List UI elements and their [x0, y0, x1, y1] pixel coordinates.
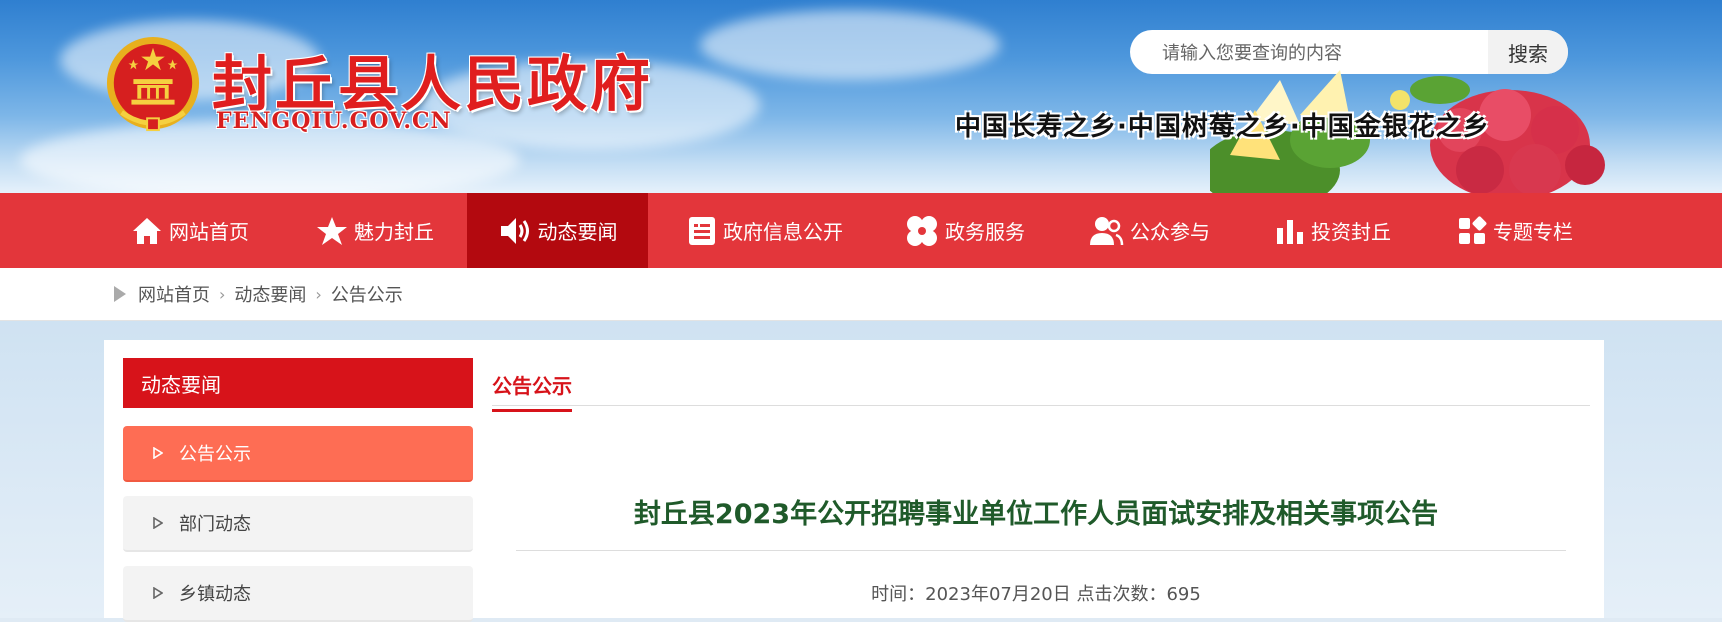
- bar-chart-icon: [1277, 219, 1303, 244]
- star-icon: [317, 216, 347, 245]
- divider: [516, 550, 1566, 551]
- nav-item-label: 公众参与: [1130, 220, 1210, 244]
- grid-icon: [1459, 216, 1487, 244]
- document-icon: [689, 216, 715, 245]
- cloud-decoration: [700, 10, 1000, 80]
- sidebar-item-township-news[interactable]: 乡镇动态: [123, 566, 473, 622]
- breadcrumb-home[interactable]: 网站首页: [138, 281, 210, 307]
- chevron-right-icon: ›: [219, 284, 226, 304]
- divider: [492, 405, 1590, 406]
- sidebar-item-label: 公告公示: [179, 444, 251, 465]
- chevron-right-icon: ›: [315, 284, 322, 304]
- nav-item-label: 投资封丘: [1311, 220, 1391, 244]
- article-title: 封丘县2023年公开招聘事业单位工作人员面试安排及相关事项公告: [633, 499, 1439, 530]
- nav-item-label: 动态要闻: [537, 220, 618, 244]
- nav-item-label: 魅力封丘: [354, 220, 434, 244]
- triangle-right-icon: [153, 447, 163, 459]
- nav-item-label: 网站首页: [169, 220, 249, 244]
- site-slogan: 中国长寿之乡·中国树莓之乡·中国金银花之乡: [955, 112, 1490, 142]
- speaker-icon: [500, 217, 529, 244]
- sidebar-item-department-news[interactable]: 部门动态: [123, 496, 473, 552]
- people-icon: [1090, 216, 1124, 245]
- breadcrumb: 网站首页 › 动态要闻 › 公告公示: [112, 268, 403, 320]
- sidebar-item-label: 乡镇动态: [179, 584, 251, 605]
- triangle-right-icon: [153, 517, 163, 529]
- nav-item-services[interactable]: 政务服务: [900, 193, 1030, 268]
- home-icon: [133, 217, 161, 244]
- nav-item-label: 政务服务: [945, 220, 1025, 244]
- breadcrumb-current[interactable]: 公告公示: [331, 281, 403, 307]
- nav-item-label: 政府信息公开: [723, 220, 843, 244]
- triangle-right-icon: [114, 286, 126, 302]
- sidebar-heading: 动态要闻: [123, 358, 473, 408]
- nav-item-home[interactable]: 网站首页: [120, 193, 260, 268]
- nav-item-info-disclosure[interactable]: 政府信息公开: [675, 193, 855, 268]
- nav-item-news[interactable]: 动态要闻: [467, 193, 648, 268]
- national-emblem-icon: [106, 36, 200, 132]
- site-header: 封丘县人民政府 FENGQIU.GOV.CN 搜索 中国长寿之乡·中国树莓之乡·…: [0, 0, 1722, 193]
- site-domain: FENGQIU.GOV.CN: [216, 108, 452, 134]
- breadcrumb-bar: 网站首页 › 动态要闻 › 公告公示: [0, 268, 1722, 321]
- main-nav: 网站首页 魅力封丘 动态要闻 政府信息公开 政务服务 公众参与 投资封丘 专题专…: [0, 193, 1722, 268]
- nav-item-charm[interactable]: 魅力封丘: [300, 193, 450, 268]
- sidebar-item-label: 部门动态: [179, 514, 251, 535]
- sidebar-item-announcements[interactable]: 公告公示: [123, 426, 473, 482]
- nav-item-topics[interactable]: 专题专栏: [1450, 193, 1580, 268]
- service-icon: [907, 215, 937, 246]
- nav-item-participation[interactable]: 公众参与: [1084, 193, 1214, 268]
- breadcrumb-news[interactable]: 动态要闻: [234, 281, 306, 307]
- nav-item-label: 专题专栏: [1493, 220, 1573, 244]
- nav-item-investment[interactable]: 投资封丘: [1268, 193, 1398, 268]
- article-meta: 时间：2023年07月20日 点击次数：695: [871, 584, 1201, 605]
- content-panel: 动态要闻 公告公示 部门动态 乡镇动态 公告公示 封丘县2023年公开招聘事业单…: [104, 340, 1604, 622]
- triangle-right-icon: [153, 587, 163, 599]
